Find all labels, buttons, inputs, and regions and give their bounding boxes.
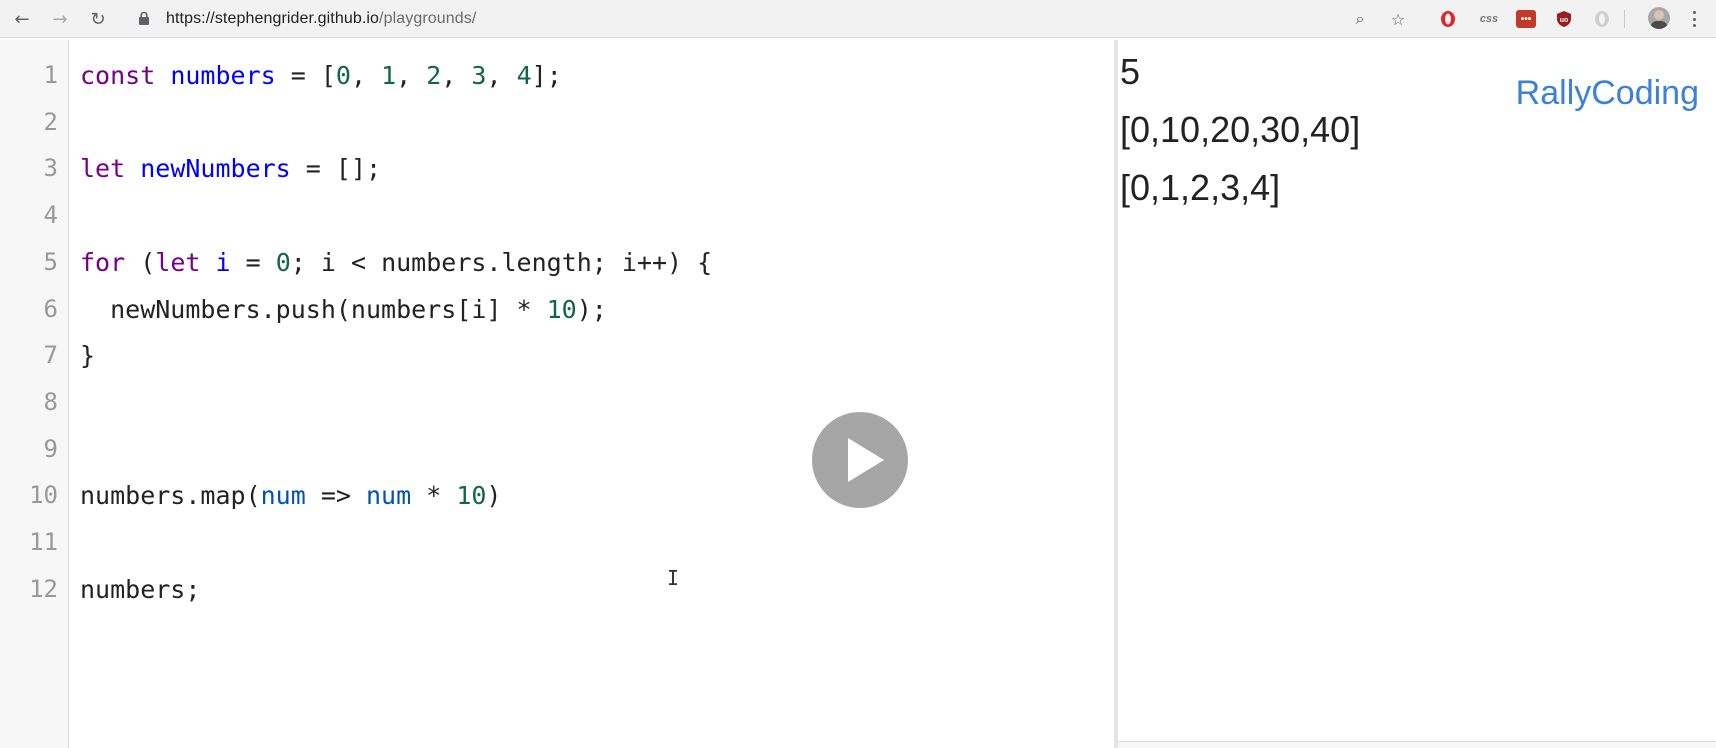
- browser-toolbar: ← → ↻ https://stephengrider.github.io/pl…: [0, 0, 1716, 38]
- play-button[interactable]: [812, 412, 908, 508]
- line-number: 9: [43, 434, 58, 463]
- url-path: /playgrounds/: [379, 10, 477, 27]
- code-token: ];: [531, 61, 562, 90]
- gray-extension-icon[interactable]: [1592, 10, 1612, 28]
- url-host: https://stephengrider.github.io: [166, 10, 380, 27]
- code-token: =>: [305, 481, 366, 511]
- code-token: newNumbers.push(numbers[i] *: [80, 294, 547, 324]
- text-cursor-icon: I: [667, 566, 680, 590]
- code-token: }: [80, 341, 96, 371]
- line-number-gutter: 1 2 3 4 5 6 7 8 9 10 11 12: [0, 40, 69, 748]
- line-number: 6: [43, 294, 58, 323]
- code-token: ; i < numbers.length; i++) {: [290, 247, 713, 277]
- code-line[interactable]: newNumbers.push(numbers[i] * 10);: [80, 286, 607, 333]
- output-line: 5: [1120, 51, 1141, 92]
- line-number: 10: [29, 481, 58, 510]
- back-arrow-icon[interactable]: ←: [10, 7, 34, 31]
- line-number: 8: [43, 387, 58, 416]
- code-token: num: [366, 481, 412, 511]
- code-token: 0: [275, 247, 291, 277]
- code-token: let: [155, 247, 216, 277]
- code-token: ,: [441, 61, 472, 90]
- output-line: [0,10,20,30,40]: [1120, 109, 1361, 150]
- code-line[interactable]: for (let i = 0; i < numbers.length; i++)…: [80, 239, 712, 286]
- output-footer: [1118, 741, 1716, 748]
- code-line[interactable]: const numbers = [0, 1, 2, 3, 4];: [80, 52, 562, 99]
- code-token: ,: [396, 61, 427, 90]
- more-menu-icon[interactable]: [1688, 8, 1700, 30]
- code-token: i: [215, 247, 231, 277]
- code-token: (: [125, 247, 156, 277]
- address-bar[interactable]: https://stephengrider.github.io/playgrou…: [166, 10, 476, 28]
- reload-icon[interactable]: ↻: [86, 7, 110, 31]
- code-token: 2: [426, 61, 442, 90]
- zoom-icon[interactable]: ⌕: [1348, 7, 1372, 31]
- lock-icon: [139, 12, 149, 25]
- code-token: 10: [456, 481, 487, 511]
- code-token: num: [260, 481, 306, 511]
- line-number: 7: [43, 341, 58, 370]
- code-token: ,: [486, 61, 517, 90]
- css-extension-icon[interactable]: css: [1476, 10, 1502, 28]
- opera-extension-icon[interactable]: [1438, 10, 1458, 28]
- code-token: *: [411, 481, 457, 511]
- rallycoding-logo[interactable]: RallyCoding: [1516, 74, 1699, 113]
- code-token: numbers.map(: [80, 481, 261, 511]
- line-number: 5: [43, 247, 58, 276]
- code-token: 3: [471, 61, 487, 90]
- code-token: = [: [275, 61, 336, 90]
- code-token: numbers;: [80, 574, 201, 604]
- code-token: =: [230, 247, 276, 277]
- code-line[interactable]: }: [80, 332, 95, 379]
- code-token: );: [576, 294, 607, 324]
- line-number: 3: [43, 154, 58, 183]
- ublock-shield-icon[interactable]: uo: [1554, 10, 1574, 28]
- toolbar-separator: [1624, 10, 1625, 28]
- line-number: 2: [43, 107, 58, 136]
- line-number: 12: [29, 574, 58, 603]
- code-line[interactable]: numbers.map(num => num * 10): [80, 472, 501, 519]
- code-token: ,: [350, 61, 382, 90]
- code-token: 4: [516, 61, 532, 90]
- code-token: = [];: [290, 154, 382, 184]
- code-token: 10: [546, 294, 577, 324]
- code-line[interactable]: let newNumbers = [];: [80, 145, 381, 192]
- play-icon: [848, 438, 884, 482]
- profile-avatar[interactable]: [1648, 7, 1670, 29]
- code-token: const: [80, 61, 171, 90]
- code-token: 1: [381, 61, 397, 90]
- svg-text:uo: uo: [1560, 17, 1569, 24]
- forward-arrow-icon[interactable]: →: [48, 7, 72, 31]
- person-icon: [1651, 10, 1667, 29]
- output-pane: 5 [0,10,20,30,40] [0,1,2,3,4] RallyCodin…: [1118, 40, 1716, 748]
- line-number: 4: [43, 201, 58, 230]
- code-token: newNumbers: [140, 154, 291, 184]
- code-token: ): [486, 481, 502, 511]
- code-token: 0: [335, 61, 351, 90]
- line-number: 1: [43, 61, 58, 89]
- code-editor[interactable]: const numbers = [0, 1, 2, 3, 4]; let newN…: [70, 40, 1116, 748]
- code-token: numbers: [170, 61, 276, 90]
- code-token: let: [80, 154, 141, 184]
- line-number: 11: [29, 528, 58, 556]
- code-line[interactable]: numbers;: [80, 566, 200, 613]
- output-line: [0,1,2,3,4]: [1120, 167, 1281, 208]
- bookmark-star-icon[interactable]: ☆: [1386, 7, 1410, 31]
- red-extension-icon[interactable]: •••: [1516, 10, 1536, 28]
- code-token: for: [80, 247, 126, 277]
